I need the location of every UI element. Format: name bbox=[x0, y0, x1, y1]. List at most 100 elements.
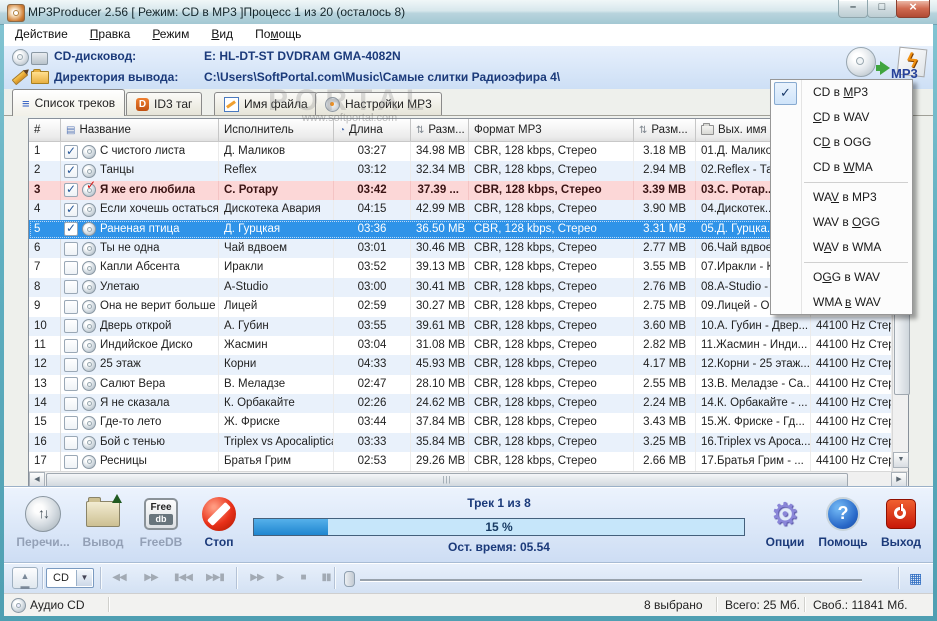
track-checkbox[interactable] bbox=[64, 299, 78, 314]
table-row[interactable]: 13 Салют Вера В. Меладзе 02:47 28.10 MB CBR, … bbox=[29, 374, 908, 395]
track-length: 03:33 bbox=[334, 432, 411, 453]
track-frequency: 44100 Hz Стере.. bbox=[811, 452, 892, 472]
table-row[interactable]: 12 25 этаж Корни 04:33 45.93 MB CBR, 128 kbps… bbox=[29, 355, 908, 375]
tab-file-name[interactable]: Имя файла bbox=[214, 92, 318, 115]
mode-item-wav-to-ogg[interactable]: WAV в OGG bbox=[771, 210, 912, 235]
output-button[interactable]: Вывод bbox=[74, 494, 132, 549]
table-row[interactable]: 10 Дверь открой А. Губин 03:55 39.61 MB CBR, … bbox=[29, 316, 908, 336]
track-frequency: 44100 Hz Стере.. bbox=[811, 432, 892, 453]
maximize-button[interactable] bbox=[867, 0, 897, 18]
list-tracks-button[interactable]: ↑↓ Перечи... bbox=[14, 494, 72, 549]
track-checkbox[interactable] bbox=[64, 261, 78, 276]
horizontal-scroll-thumb[interactable]: ||| bbox=[46, 473, 848, 488]
horizontal-scrollbar[interactable]: ◀ ||| ▶ bbox=[29, 471, 908, 488]
mode-item-ogg-to-wav[interactable]: OGG в WAV bbox=[771, 265, 912, 290]
skip-end-button[interactable]: ▶▶▮ bbox=[202, 567, 228, 589]
track-checkbox[interactable] bbox=[64, 396, 78, 411]
separator bbox=[716, 597, 717, 612]
rewind-button[interactable]: ◀◀ bbox=[106, 567, 132, 589]
menu-item-mode[interactable]: Режим bbox=[141, 24, 200, 45]
track-checkbox[interactable] bbox=[64, 200, 78, 219]
track-out-name: 13.В. Меладзе - Са... bbox=[696, 374, 811, 395]
stop-icon bbox=[202, 497, 236, 531]
column-header[interactable]: Формат MP3 bbox=[469, 119, 634, 141]
minimize-button[interactable] bbox=[838, 0, 868, 18]
tab-mp3-settings[interactable]: Настройки MP3 bbox=[315, 92, 442, 115]
column-header[interactable]: Длина bbox=[334, 119, 411, 141]
progress-bar: 15 % bbox=[253, 518, 745, 536]
track-mp3-size: 3.60 MB bbox=[634, 316, 696, 336]
track-number: 4 bbox=[29, 200, 61, 220]
stop-button[interactable]: Стоп bbox=[190, 494, 248, 549]
table-row[interactable]: 11 Индийское Диско Жасмин 03:04 31.08 MB CBR,… bbox=[29, 335, 908, 356]
track-checkbox[interactable] bbox=[64, 338, 78, 353]
device-select[interactable]: CD ▼ bbox=[46, 568, 94, 588]
track-checkbox[interactable] bbox=[64, 416, 78, 431]
volume-slider-thumb[interactable] bbox=[344, 571, 355, 587]
mode-item-cd-to-wma[interactable]: CD в WMA bbox=[771, 155, 912, 180]
track-size: 30.41 MB bbox=[411, 277, 469, 298]
disc-type-label: Аудио CD bbox=[30, 598, 85, 612]
column-header[interactable]: Исполнитель bbox=[219, 119, 334, 141]
track-checkbox[interactable] bbox=[64, 161, 78, 180]
grid-view-icon[interactable]: ▦ bbox=[909, 570, 922, 586]
freedb-button[interactable]: Free db FreeDB bbox=[132, 494, 190, 549]
pause-button[interactable]: ▮▮ bbox=[313, 567, 339, 589]
track-format: CBR, 128 kbps, Стерео bbox=[469, 355, 634, 375]
track-checkbox[interactable] bbox=[64, 377, 78, 392]
column-header[interactable]: # bbox=[29, 119, 61, 141]
skip-start-button[interactable]: ▮◀◀ bbox=[170, 567, 196, 589]
column-header[interactable]: Разм... bbox=[411, 119, 469, 141]
table-row[interactable]: 15 Где-то лето Ж. Фриске 03:44 37.84 MB CBR, … bbox=[29, 413, 908, 433]
exit-button[interactable]: Выход bbox=[872, 494, 930, 549]
column-header[interactable]: Название bbox=[61, 119, 219, 141]
scroll-right-button[interactable]: ▶ bbox=[891, 472, 907, 488]
table-row[interactable]: 14 Я не сказала К. Орбакайте 02:26 24.62 MB C… bbox=[29, 394, 908, 414]
track-length: 03:42 bbox=[334, 180, 411, 201]
track-checkbox[interactable] bbox=[64, 319, 78, 334]
options-button[interactable]: ⚙ Опции bbox=[756, 494, 814, 549]
mode-item-cd-to-ogg[interactable]: CD в OGG bbox=[771, 130, 912, 155]
track-number: 14 bbox=[29, 394, 61, 414]
help-button[interactable]: ? Помощь bbox=[814, 494, 872, 549]
folder-open-icon[interactable] bbox=[31, 69, 49, 84]
table-row[interactable]: 16 Бой с тенью Triplex vs Apocaliptica 03:3… bbox=[29, 432, 908, 453]
menu-bar: Действие Правка Режим Вид Помощь bbox=[4, 24, 933, 46]
tab-track-list[interactable]: ≡ Список треков bbox=[12, 89, 126, 116]
track-checkbox[interactable] bbox=[64, 280, 78, 295]
track-checkbox[interactable] bbox=[64, 435, 78, 450]
column-header[interactable]: Разм... bbox=[634, 119, 696, 141]
track-checkbox[interactable] bbox=[64, 357, 78, 372]
menu-item-action[interactable]: Действие bbox=[4, 24, 79, 45]
cd-drive-value: E: HL-DT-ST DVDRAM GMA-4082N bbox=[204, 49, 401, 63]
track-cd-icon bbox=[82, 416, 96, 431]
mode-item-cd-to-wav[interactable]: CD в WAV bbox=[771, 105, 912, 130]
track-checkbox[interactable] bbox=[64, 142, 78, 161]
track-number: 11 bbox=[29, 335, 61, 356]
volume-slider-track[interactable] bbox=[360, 579, 862, 581]
track-length: 03:52 bbox=[334, 258, 411, 278]
mode-item-wav-to-wma[interactable]: WAV в WMA bbox=[771, 235, 912, 260]
tab-label: ID3 таг bbox=[154, 97, 193, 111]
cd-arrows-icon: ↑↓ bbox=[25, 496, 61, 532]
track-length: 02:53 bbox=[334, 452, 411, 472]
track-checkbox[interactable] bbox=[64, 241, 78, 256]
tab-id3-tag[interactable]: D ID3 таг bbox=[126, 92, 203, 115]
scroll-down-button[interactable]: ▼ bbox=[893, 452, 909, 468]
mode-item-wma-to-wav[interactable]: WMA в WAV bbox=[771, 290, 912, 315]
fast-forward-button[interactable]: ▶▶ bbox=[138, 567, 164, 589]
track-checkbox[interactable] bbox=[64, 181, 78, 200]
scroll-left-button[interactable]: ◀ bbox=[29, 472, 45, 488]
menu-item-view[interactable]: Вид bbox=[200, 24, 244, 45]
table-row[interactable]: 17 Ресницы Братья Грим 02:53 29.26 MB CBR, 12… bbox=[29, 452, 908, 472]
mode-item-wav-to-mp3[interactable]: WAV в MP3 bbox=[771, 185, 912, 210]
menu-item-help[interactable]: Помощь bbox=[244, 24, 312, 45]
menu-item-edit[interactable]: Правка bbox=[79, 24, 142, 45]
chevron-down-icon[interactable]: ▼ bbox=[76, 570, 92, 586]
close-button[interactable] bbox=[896, 0, 930, 18]
track-checkbox[interactable] bbox=[64, 454, 78, 469]
device-icon bbox=[31, 52, 48, 65]
eject-button[interactable]: ▲ ▬ bbox=[12, 567, 38, 591]
mode-item-cd-to-mp3[interactable]: ✓ CD в MP3 bbox=[771, 80, 912, 105]
track-checkbox[interactable] bbox=[64, 220, 78, 239]
